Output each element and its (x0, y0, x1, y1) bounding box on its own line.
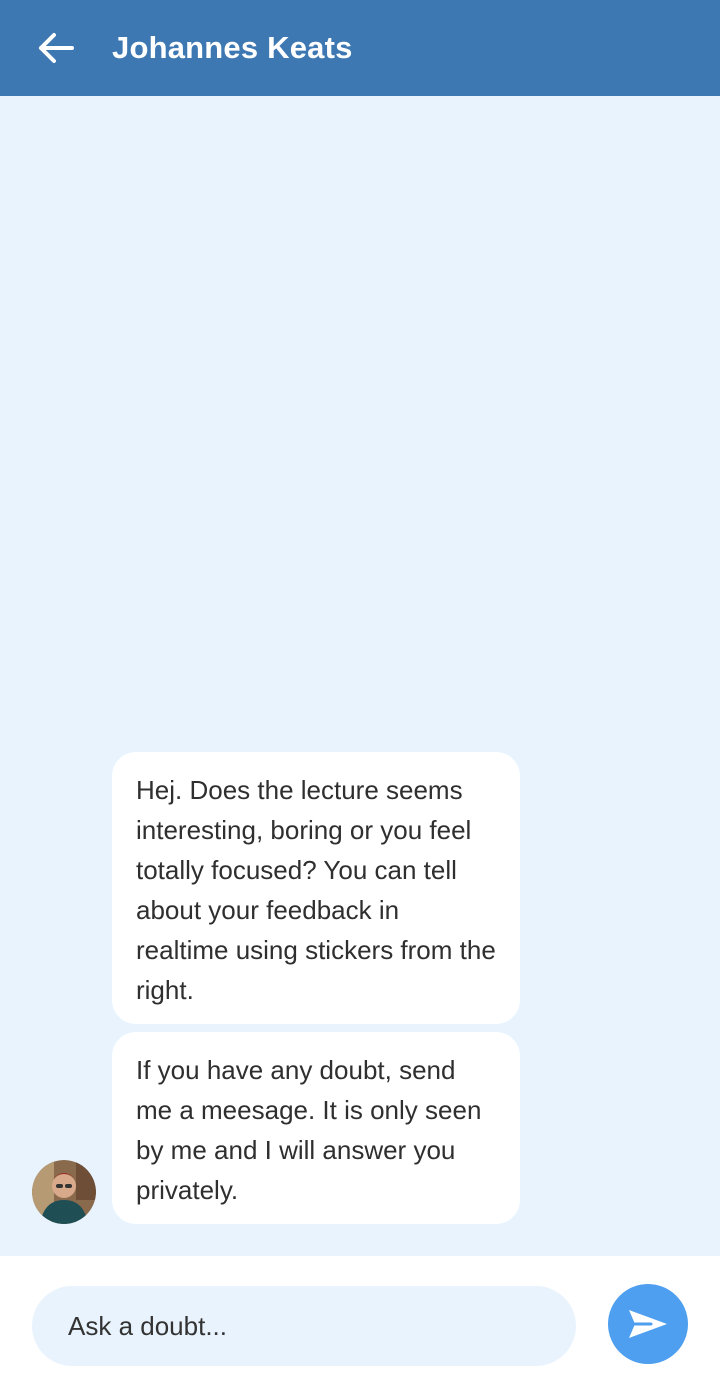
arrow-left-icon (39, 33, 74, 63)
back-button[interactable] (34, 26, 78, 70)
app-header: Johannes Keats (0, 0, 720, 96)
avatar (32, 1160, 96, 1224)
message-bubble: Hej. Does the lecture seems interesting,… (112, 752, 520, 1024)
message-input[interactable] (32, 1286, 576, 1366)
message-composer (0, 1256, 720, 1396)
send-button[interactable] (608, 1284, 688, 1364)
chat-title: Johannes Keats (112, 30, 353, 65)
send-icon (629, 1310, 667, 1338)
message-bubble: If you have any doubt, send me a meesage… (112, 1032, 520, 1224)
message-list[interactable]: Hej. Does the lecture seems interesting,… (0, 96, 720, 1256)
